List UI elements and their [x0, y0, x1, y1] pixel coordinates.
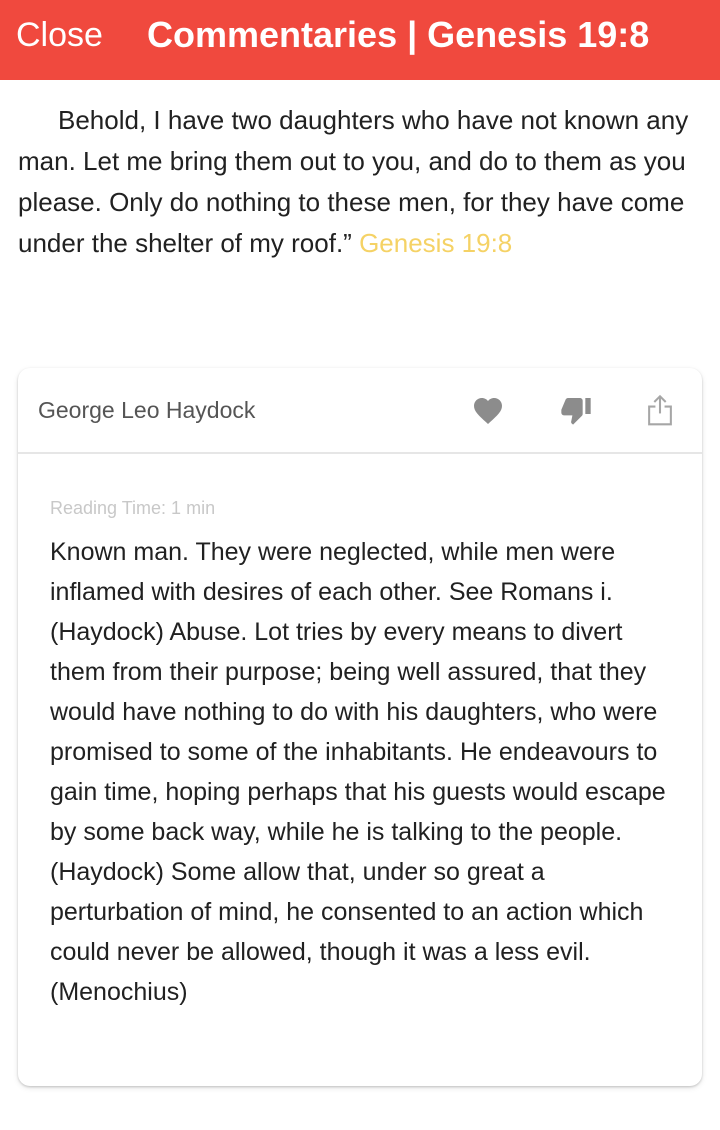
commentary-card: George Leo Haydock Reading Time: 1 min K… — [18, 368, 702, 1086]
like-button[interactable] — [468, 390, 508, 430]
commentary-author: George Leo Haydock — [38, 397, 256, 423]
verse-reference-link[interactable]: Genesis 19:8 — [359, 228, 512, 258]
page-title: Commentaries | Genesis 19:8 — [147, 14, 650, 55]
commentary-text: Known man. They were neglected, while me… — [50, 538, 666, 1006]
verse-text: Behold, I have two daughters who have no… — [18, 100, 704, 264]
share-button[interactable] — [640, 390, 680, 430]
heart-icon — [474, 398, 502, 424]
app-header: Close Commentaries | Genesis 19:8 — [0, 0, 720, 80]
thumbs-down-icon — [561, 398, 591, 425]
dislike-button[interactable] — [556, 390, 596, 430]
close-button[interactable]: Close — [16, 14, 103, 56]
share-icon — [648, 394, 672, 426]
reading-time: Reading Time: 1 min — [50, 498, 216, 518]
verse-body: Behold, I have two daughters who have no… — [18, 105, 689, 258]
commentary-card-header: George Leo Haydock — [18, 368, 702, 454]
